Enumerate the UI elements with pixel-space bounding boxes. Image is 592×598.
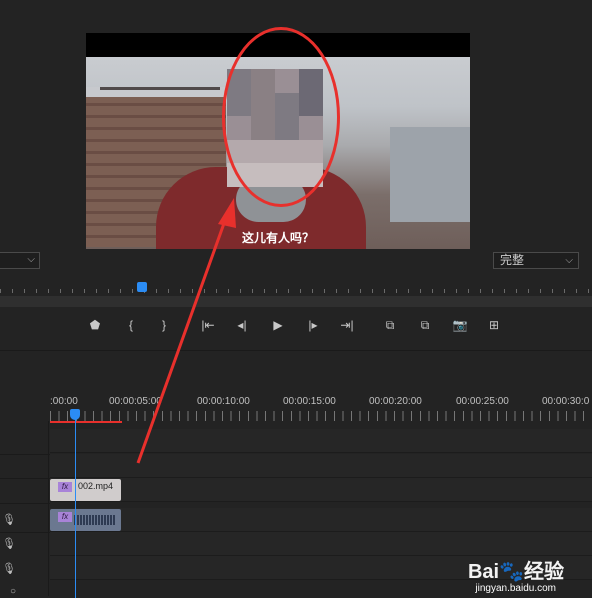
play-icon[interactable]: ▶ (267, 314, 289, 336)
mark-in-icon[interactable]: { (120, 314, 142, 336)
track-headers: 🎙 🎙 🎙 (0, 421, 49, 596)
video-track-v1[interactable] (50, 478, 592, 502)
timeline-ruler[interactable] (50, 411, 592, 421)
audio-waveform (74, 515, 116, 525)
add-marker-icon[interactable]: ⬟ (84, 314, 106, 336)
video-track-v3[interactable] (50, 429, 592, 453)
transport-controls: ⬟ { } |⇤ ◂| ▶ |▸ ⇥| ⧉ ⧉ 📷 ⊞ (80, 314, 520, 336)
camera-icon[interactable]: 📷 (449, 314, 471, 336)
step-forward-icon[interactable]: |▸ (302, 314, 324, 336)
lift-icon[interactable]: ⧉ (379, 314, 401, 336)
timecode-label: 00:00:25:00 (456, 396, 509, 407)
go-to-in-icon[interactable]: |⇤ (197, 314, 219, 336)
timecode-label: :00:00 (50, 396, 78, 407)
annotation-ellipse (222, 27, 340, 207)
fx-badge: fx (58, 512, 72, 522)
audio-clip[interactable]: fx (50, 509, 121, 531)
zoom-handle-icon[interactable]: ○ (10, 586, 16, 597)
timecode-label: 00:00:15:00 (283, 396, 336, 407)
baidu-watermark: Bai🐾经验 (467, 561, 564, 583)
video-track-v2[interactable] (50, 454, 592, 478)
watermark-url: jingyan.baidu.com (475, 583, 556, 594)
chevron-down-icon: ⌵ (565, 255, 573, 266)
clip-name: 002.mp4 (78, 481, 114, 491)
timecode-label: 00:00:05:00 (109, 396, 162, 407)
monitor-time-ruler[interactable] (0, 283, 592, 295)
timeline-playhead[interactable] (70, 409, 80, 420)
mark-out-icon[interactable]: } (153, 314, 175, 336)
fit-dropdown-label: 完整 (500, 253, 525, 267)
extract-icon[interactable]: ⧉ (414, 314, 436, 336)
step-back-icon[interactable]: ◂| (231, 314, 253, 336)
comparison-view-icon[interactable]: ⊞ (483, 314, 505, 336)
resolution-dropdown[interactable]: ⌵ (0, 252, 40, 269)
audio-track-a2[interactable] (50, 532, 592, 556)
program-monitor: 这儿有人吗？ ⌵ 完整 ⌵ ⬟ { } |⇤ ◂| ▶ |▸ ⇥| ⧉ ⧉ 📷 … (0, 0, 592, 350)
go-to-out-icon[interactable]: ⇥| (336, 314, 358, 336)
fx-badge: fx (58, 482, 72, 492)
subtitle-text: 这儿有人吗？ (241, 231, 314, 245)
audio-track-a1[interactable] (50, 508, 592, 532)
microphone-icon[interactable]: 🎙 (2, 513, 16, 526)
premiere-workspace: 这儿有人吗？ ⌵ 完整 ⌵ ⬟ { } |⇤ ◂| ▶ |▸ ⇥| ⧉ ⧉ 📷 … (0, 0, 592, 598)
monitor-playhead[interactable] (137, 282, 147, 292)
video-clip[interactable]: fx 002.mp4 (50, 479, 121, 501)
microphone-icon[interactable]: 🎙 (2, 537, 16, 550)
fit-dropdown[interactable]: 完整 ⌵ (493, 252, 579, 269)
timecode-label: 00:00:20:00 (369, 396, 422, 407)
work-area-bar[interactable] (50, 421, 122, 423)
zoom-scroll-bar[interactable] (0, 296, 592, 307)
timeline-playhead-line (75, 417, 76, 598)
timecode-label: 00:00:30:0 (542, 396, 590, 407)
timecode-label: 00:00:10:00 (197, 396, 250, 407)
microphone-icon[interactable]: 🎙 (2, 562, 16, 575)
chevron-down-icon: ⌵ (27, 254, 35, 265)
